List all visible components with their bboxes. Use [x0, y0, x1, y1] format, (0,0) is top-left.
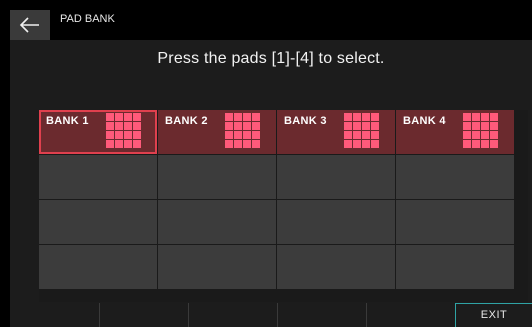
empty-slot: [396, 245, 514, 289]
empty-slot: [396, 200, 514, 244]
bank-label: BANK 4: [403, 115, 446, 127]
empty-slot: [158, 200, 276, 244]
back-button[interactable]: [10, 10, 50, 40]
bank-label: BANK 3: [284, 115, 327, 127]
pad-grid-icon: [463, 113, 499, 149]
empty-slot: [277, 200, 395, 244]
empty-slot: [39, 200, 157, 244]
empty-slot: [396, 155, 514, 199]
arrow-left-icon: [19, 17, 39, 33]
bank-3-button[interactable]: BANK 3: [277, 110, 395, 154]
bank-4-button[interactable]: BANK 4: [396, 110, 514, 154]
empty-slot: [158, 245, 276, 289]
pad-bank-screen: PAD BANK Press the pads [1]-[4] to selec…: [10, 10, 532, 327]
bank-grid: BANK 1 BANK 2 BANK 3 BANK 4: [39, 110, 528, 302]
pad-grid-icon: [106, 113, 142, 149]
function-button-4[interactable]: [366, 303, 455, 327]
function-button-1[interactable]: [99, 303, 188, 327]
function-button-3[interactable]: [277, 303, 366, 327]
exit-button[interactable]: EXIT: [455, 303, 532, 327]
empty-slot: [277, 155, 395, 199]
pad-grid-icon: [225, 113, 261, 149]
title-bar: PAD BANK: [10, 10, 532, 40]
empty-slot: [158, 155, 276, 199]
function-button-2[interactable]: [188, 303, 277, 327]
page-title: PAD BANK: [60, 13, 115, 25]
exit-label: EXIT: [480, 309, 508, 321]
bank-1-button[interactable]: BANK 1: [39, 110, 157, 154]
bank-2-button[interactable]: BANK 2: [158, 110, 276, 154]
empty-slot: [39, 245, 157, 289]
bank-label: BANK 2: [165, 115, 208, 127]
pad-grid-icon: [344, 113, 380, 149]
bank-label: BANK 1: [46, 115, 89, 127]
instruction-text: Press the pads [1]-[4] to select.: [157, 50, 385, 67]
function-button-bar: EXIT: [10, 303, 532, 327]
empty-slot: [39, 155, 157, 199]
empty-slot: [277, 245, 395, 289]
